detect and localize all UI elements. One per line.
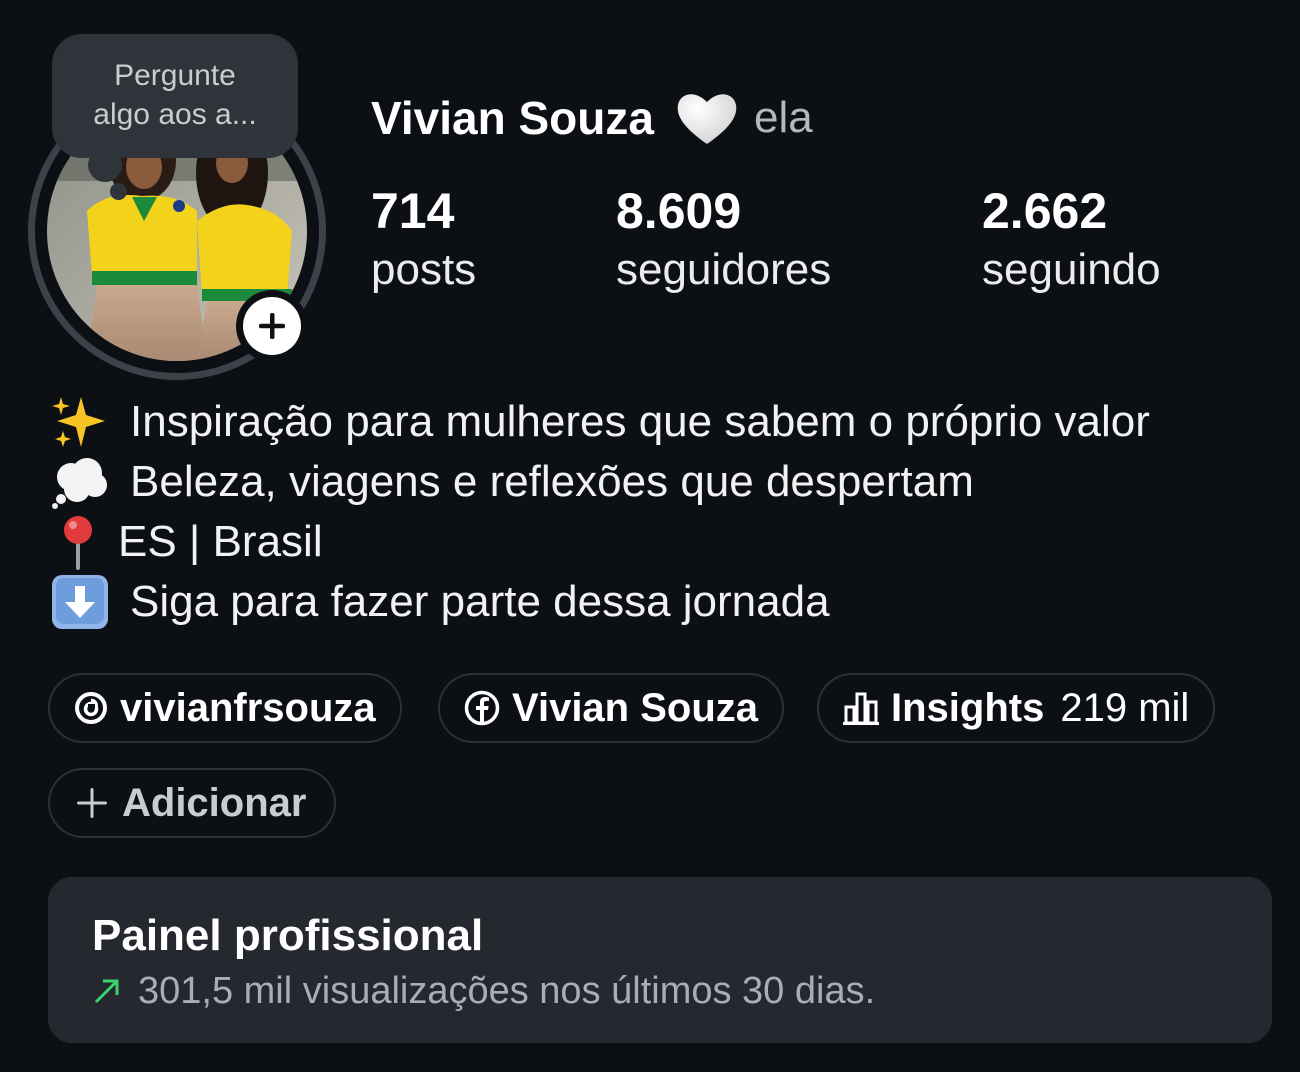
add-link-chip[interactable]: Adicionar xyxy=(48,768,336,838)
facebook-name: Vivian Souza xyxy=(512,685,759,730)
insights-chip[interactable]: Insights 219 mil xyxy=(817,673,1216,743)
profile-name: Vivian Souza xyxy=(371,92,654,144)
stat-following[interactable]: 2.662 seguindo xyxy=(982,180,1161,298)
stat-followers-value: 8.609 xyxy=(616,183,742,239)
bio: Inspiração para mulheres que sabem o pró… xyxy=(50,392,1280,632)
insights-label: Insights xyxy=(891,685,1045,730)
stat-following-label: seguindo xyxy=(982,245,1161,294)
panel-subtitle-text: 301,5 mil visualizações nos últimos 30 d… xyxy=(138,970,876,1012)
down-arrow-emoji-icon xyxy=(50,574,110,630)
white-heart-icon xyxy=(677,94,737,144)
panel-title: Painel profissional xyxy=(92,911,484,960)
professional-dashboard-panel[interactable]: Painel profissional 301,5 mil visualizaç… xyxy=(48,877,1272,1043)
stat-following-value: 2.662 xyxy=(982,183,1108,239)
stat-posts-value: 714 xyxy=(371,183,455,239)
stat-followers-label: seguidores xyxy=(616,245,832,294)
facebook-link-chip[interactable]: Vivian Souza xyxy=(438,673,785,743)
bio-line: ES | Brasil xyxy=(50,512,1280,572)
stat-posts-label: posts xyxy=(371,245,477,294)
threads-username: vivianfrsouza xyxy=(120,685,376,730)
bio-line-text: Siga para fazer parte dessa jornada xyxy=(130,577,830,626)
thought-balloon-emoji-icon xyxy=(50,454,110,510)
plus-icon xyxy=(74,785,110,821)
add-story-button[interactable] xyxy=(236,290,308,362)
note-bubble[interactable]: Pergunte algo aos a... xyxy=(52,34,298,158)
stat-posts[interactable]: 714 posts xyxy=(371,180,476,298)
facebook-icon xyxy=(464,690,500,726)
note-line-1: Pergunte xyxy=(114,59,236,92)
plus-icon xyxy=(259,313,285,339)
bio-line-text: Inspiração para mulheres que sabem o pró… xyxy=(130,397,1150,446)
bio-line: Beleza, viagens e reflexões que desperta… xyxy=(50,452,1280,512)
insights-value: 219 mil xyxy=(1060,685,1190,730)
bio-line-text: ES | Brasil xyxy=(118,517,323,566)
bio-line-text: Beleza, viagens e reflexões que desperta… xyxy=(130,457,974,506)
threads-link-chip[interactable]: vivianfrsouza xyxy=(48,673,402,743)
sparkles-emoji-icon xyxy=(50,394,110,450)
bio-line: Siga para fazer parte dessa jornada xyxy=(50,572,1280,632)
panel-subtitle: 301,5 mil visualizações nos últimos 30 d… xyxy=(92,967,875,1015)
stat-followers[interactable]: 8.609 seguidores xyxy=(616,180,831,298)
bio-line: Inspiração para mulheres que sabem o pró… xyxy=(50,392,1280,452)
pronouns: ela xyxy=(754,93,813,142)
threads-icon xyxy=(74,691,108,725)
bar-chart-icon xyxy=(843,691,879,725)
add-link-label: Adicionar xyxy=(122,780,307,825)
round-pushpin-emoji-icon xyxy=(50,514,106,570)
note-line-2: algo aos a... xyxy=(93,98,257,131)
note-bubble-tail-dot xyxy=(110,183,127,200)
trend-up-arrow-icon xyxy=(92,976,122,1006)
